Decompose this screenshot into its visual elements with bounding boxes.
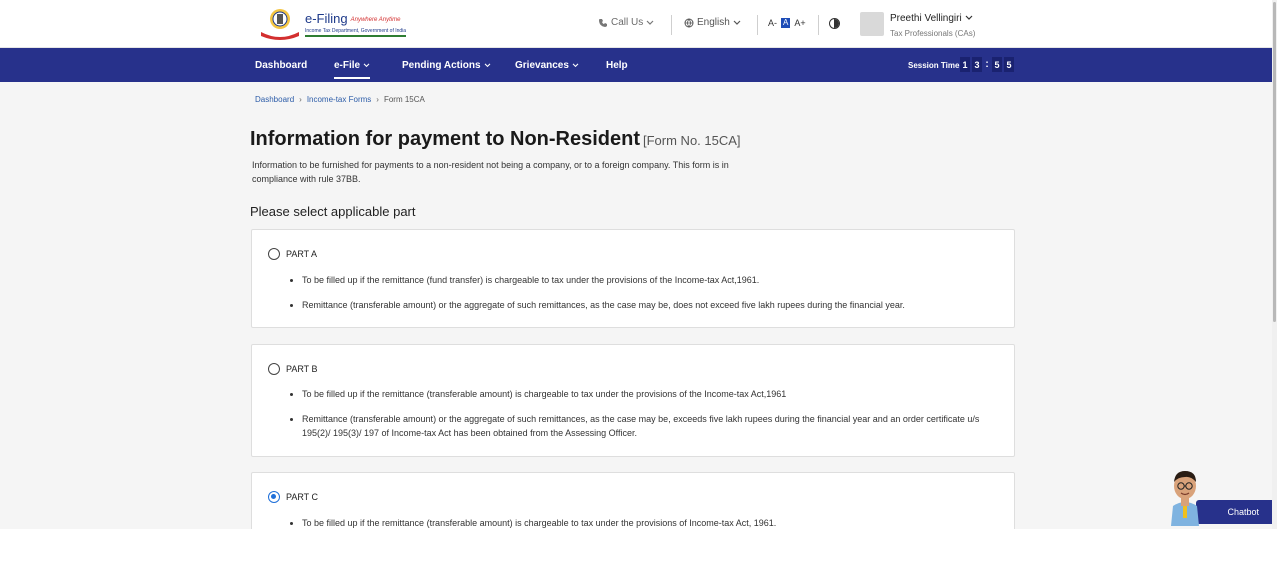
globe-icon [684,18,694,27]
chevron-down-icon [965,15,972,20]
nav-efile[interactable]: e-File [334,60,371,79]
efiling-logo[interactable]: e-Filing Anywhere Anytime Income Tax Depa… [259,6,411,40]
chevron-down-icon [733,20,741,25]
list-item: Remittance (transferable amount) or the … [302,298,994,312]
divider [818,15,819,35]
call-us-dropdown[interactable]: Call Us [598,17,654,28]
scrollbar[interactable] [1272,0,1277,529]
list-item: To be filled up if the remittance (fund … [302,273,994,287]
session-digit: 3 [972,57,982,72]
session-digit: 5 [1004,57,1014,72]
chatbot-avatar-icon[interactable] [1163,468,1207,526]
chevron-down-icon [363,63,370,68]
avatar[interactable] [860,12,884,36]
page-title-text: Information for payment to Non-Resident [250,128,640,150]
font-decrease-button[interactable]: A- [768,18,777,28]
nav-dashboard[interactable]: Dashboard [255,60,307,71]
logo-tagline: Anywhere Anytime [350,16,401,23]
part-a-bullets: To be filled up if the remittance (fund … [302,273,994,323]
font-increase-button[interactable]: A+ [794,18,805,28]
contrast-icon[interactable] [829,18,840,29]
session-colon: : [985,59,989,70]
part-b-radio-option[interactable]: PART B [268,363,318,375]
chevron-down-icon [484,63,490,68]
list-item: To be filled up if the remittance (trans… [302,516,994,529]
session-time-label: Session Time [908,61,960,70]
page: e-Filing Anywhere Anytime Income Tax Depa… [0,0,1272,529]
breadcrumb-separator: › [299,95,302,104]
font-reset-button[interactable]: A [781,18,791,28]
main-nav: Dashboard e-File Pending Actions Grievan… [0,48,1272,82]
part-b-card[interactable]: PART B To be filled up if the remittance… [251,344,1015,457]
divider [671,15,672,35]
part-c-label: PART C [286,492,319,502]
nav-pending-actions[interactable]: Pending Actions [402,60,491,71]
part-c-bullets: To be filled up if the remittance (trans… [302,516,994,529]
emblem-icon [261,9,299,40]
scrollbar-thumb[interactable] [1273,2,1276,322]
top-header: e-Filing Anywhere Anytime Income Tax Depa… [0,0,1272,48]
font-size-controls: A- A A+ [768,18,806,28]
part-a-card[interactable]: PART A To be filled up if the remittance… [251,229,1015,328]
breadcrumb-dashboard[interactable]: Dashboard [255,95,294,104]
chevron-down-icon [646,20,654,25]
part-b-label: PART B [286,364,318,374]
logo-title: e-Filing Anywhere Anytime [305,11,400,26]
part-c-radio-option[interactable]: PART C [268,491,318,503]
page-description: Information to be furnished for payments… [252,160,729,184]
list-item: Remittance (transferable amount) or the … [302,412,994,440]
nav-label: Grievances [515,60,569,71]
language-dropdown[interactable]: English [684,17,741,28]
logo-title-text: e-Filing [305,11,348,26]
chatbot-button[interactable]: Chatbot [1196,500,1272,524]
page-title: Information for payment to Non-Resident[… [250,128,741,151]
part-b-bullets: To be filled up if the remittance (trans… [302,387,994,451]
breadcrumb-income-tax-forms[interactable]: Income-tax Forms [307,95,371,104]
part-c-card[interactable]: PART C To be filled up if the remittance… [251,472,1015,529]
user-role: Tax Professionals (CAs) [890,29,976,38]
logo-subtitle: Income Tax Department, Government of Ind… [305,28,407,37]
nav-label: Pending Actions [402,60,481,71]
breadcrumb-separator: › [376,95,379,104]
nav-label: Help [606,60,628,71]
part-a-radio[interactable] [268,248,280,260]
user-menu[interactable]: Preethi Vellingiri [890,13,973,24]
list-item: To be filled up if the remittance (trans… [302,387,994,401]
breadcrumb: Dashboard › Income-tax Forms › Form 15CA [255,95,425,104]
chevron-down-icon [572,63,579,68]
user-name: Preethi Vellingiri [890,13,962,24]
phone-icon [599,18,607,27]
nav-grievances[interactable]: Grievances [515,60,579,71]
divider [757,15,758,35]
breadcrumb-current: Form 15CA [383,95,425,104]
nav-label: e-File [334,60,361,71]
part-b-radio[interactable] [268,363,280,375]
session-timer: 1 3 : 5 5 [960,57,1014,72]
language-label: English [697,17,730,28]
session-digit: 1 [960,57,970,72]
nav-help[interactable]: Help [606,60,628,71]
nav-label: Dashboard [255,60,308,71]
call-us-label: Call Us [611,17,644,28]
section-heading: Please select applicable part [250,204,416,219]
form-number: [Form No. 15CA] [643,133,741,148]
session-digit: 5 [992,57,1002,72]
part-c-radio[interactable] [268,491,280,503]
part-a-label: PART A [286,249,318,259]
chatbot-label: Chatbot [1227,507,1259,517]
part-a-radio-option[interactable]: PART A [268,248,317,260]
